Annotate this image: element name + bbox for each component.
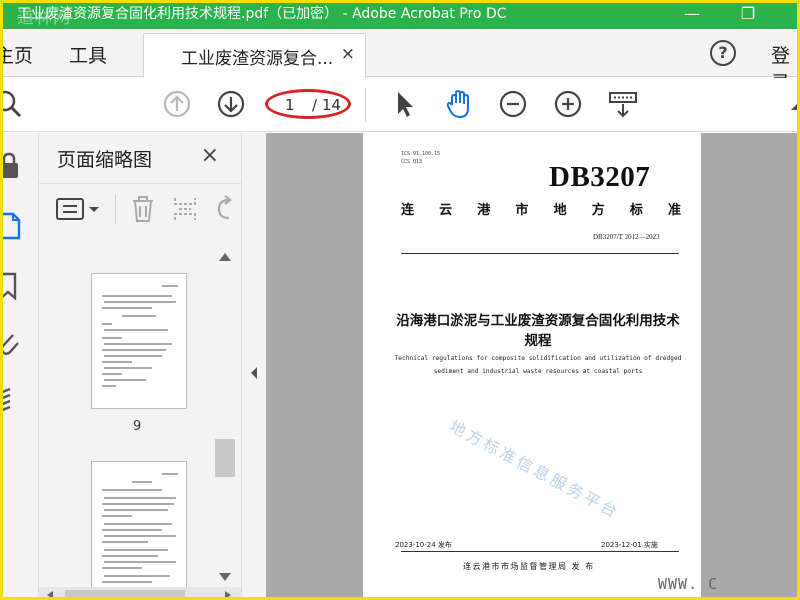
document-title-english: Technical regulations for composite soli…: [394, 355, 682, 375]
issuer-char: 地: [553, 203, 567, 218]
options-menu-icon[interactable]: [55, 196, 101, 222]
extract-page-icon[interactable]: [171, 194, 199, 224]
issuer-char: 方: [591, 203, 605, 218]
ics-code: ICS 91.100.15: [401, 151, 441, 157]
rotate-page-icon[interactable]: [211, 194, 239, 224]
next-page-icon[interactable]: [215, 88, 247, 120]
pdf-page: ICS 91.100.15 CCS Q13 DB3207 连 云 港 市 地 方…: [363, 133, 701, 597]
thumbnail-page[interactable]: [91, 273, 187, 409]
toolbar: [3, 78, 797, 132]
toolbar-divider: [115, 194, 116, 224]
thumbnail-page-content: [102, 473, 178, 583]
current-page-input[interactable]: 1: [285, 96, 295, 114]
ccs-code: CCS Q13: [401, 159, 423, 165]
header-rule: [401, 253, 679, 254]
page-number-field[interactable]: 1 / 14: [265, 89, 351, 119]
issuer-char: 港: [477, 203, 491, 218]
issuer-char: 连: [401, 203, 415, 218]
total-pages-label: / 14: [312, 96, 341, 114]
layers-icon[interactable]: [0, 385, 21, 415]
release-date: 2023-10-24 发布: [395, 541, 452, 549]
document-title: 沿海港口淤泥与工业废渣资源复合固化利用技术规程: [396, 313, 680, 349]
tab-row: 主页 工具 工业废渣资源复合... × ? 登录: [3, 29, 797, 94]
issuer-char: 准: [667, 203, 681, 218]
navigation-pane-strip: [0, 133, 39, 597]
implementation-date: 2023-12-01 实施: [601, 541, 658, 549]
help-icon[interactable]: ?: [710, 40, 736, 66]
bookmarks-icon[interactable]: [0, 271, 21, 301]
document-viewer[interactable]: ICS 91.100.15 CCS Q13 DB3207 连 云 港 市 地 方…: [266, 133, 797, 597]
acrobat-window: 工业废渣资源复合固化利用技术规程.pdf（已加密） - Adobe Acroba…: [0, 0, 800, 600]
site-watermark-logo: 道林网: [17, 8, 71, 28]
window-title: 工业废渣资源复合固化利用技术规程.pdf（已加密） - Adobe Acroba…: [17, 6, 507, 22]
thumbnails-panel: 页面缩略图 × 9: [39, 133, 241, 597]
site-url-watermark: WWW. C: [658, 575, 719, 593]
attachments-icon[interactable]: [0, 329, 21, 359]
zoom-out-icon[interactable]: [497, 88, 529, 120]
horizontal-scroll-track: [47, 590, 231, 597]
document-tab-label: 工业废渣资源复合...: [181, 49, 334, 69]
collapse-pane-icon[interactable]: [248, 365, 260, 381]
issuer-char: 云: [439, 203, 453, 218]
issuer-char: 标: [629, 203, 643, 218]
thumbnail-horizontal-scrollbar[interactable]: [39, 587, 241, 597]
previous-page-icon[interactable]: [161, 88, 193, 120]
lock-icon[interactable]: [0, 151, 21, 181]
thumbnail-page-number: 9: [133, 419, 142, 434]
toolbar-divider: [365, 88, 366, 122]
footer-rule: [401, 551, 679, 552]
hand-tool-icon[interactable]: [443, 88, 475, 120]
page-display-icon[interactable]: [607, 88, 639, 120]
tab-home[interactable]: 主页: [3, 41, 33, 68]
panel-title: 页面缩略图: [57, 149, 153, 171]
page-thumbnails-icon[interactable]: [0, 211, 23, 241]
standard-number: DB3207/T 2012—2023: [593, 233, 660, 241]
page-watermark: 地方标准信息服务平台: [446, 416, 623, 523]
restore-button[interactable]: ❐: [725, 3, 771, 25]
publisher: 连云港市市场监督管理局 发 布: [463, 562, 595, 571]
issuer-char: 市: [515, 203, 529, 218]
minimize-button[interactable]: —: [669, 3, 715, 25]
thumbnail-scrollbar[interactable]: [215, 247, 235, 587]
select-tool-icon[interactable]: [389, 88, 421, 120]
close-panel-button[interactable]: ×: [201, 143, 219, 168]
standard-code: DB3207: [549, 161, 651, 193]
issuer-region: 连 云 港 市 地 方 标 准: [401, 199, 681, 218]
delete-page-icon[interactable]: [129, 194, 157, 224]
title-bar: 工业废渣资源复合固化利用技术规程.pdf（已加密） - Adobe Acroba…: [3, 3, 797, 29]
more-tools-icon[interactable]: [787, 88, 800, 120]
close-tab-button[interactable]: ×: [341, 44, 355, 64]
scrollbar-track: [215, 253, 235, 581]
thumbnail-page[interactable]: [91, 461, 187, 597]
search-icon[interactable]: [0, 88, 25, 120]
tab-tools[interactable]: 工具: [69, 41, 107, 68]
thumbnail-page-content: [102, 285, 178, 387]
pane-splitter[interactable]: [241, 133, 266, 597]
zoom-in-icon[interactable]: [552, 88, 584, 120]
thumbnail-toolbar: [39, 183, 241, 231]
tab-document[interactable]: 工业废渣资源复合... ×: [143, 33, 366, 78]
